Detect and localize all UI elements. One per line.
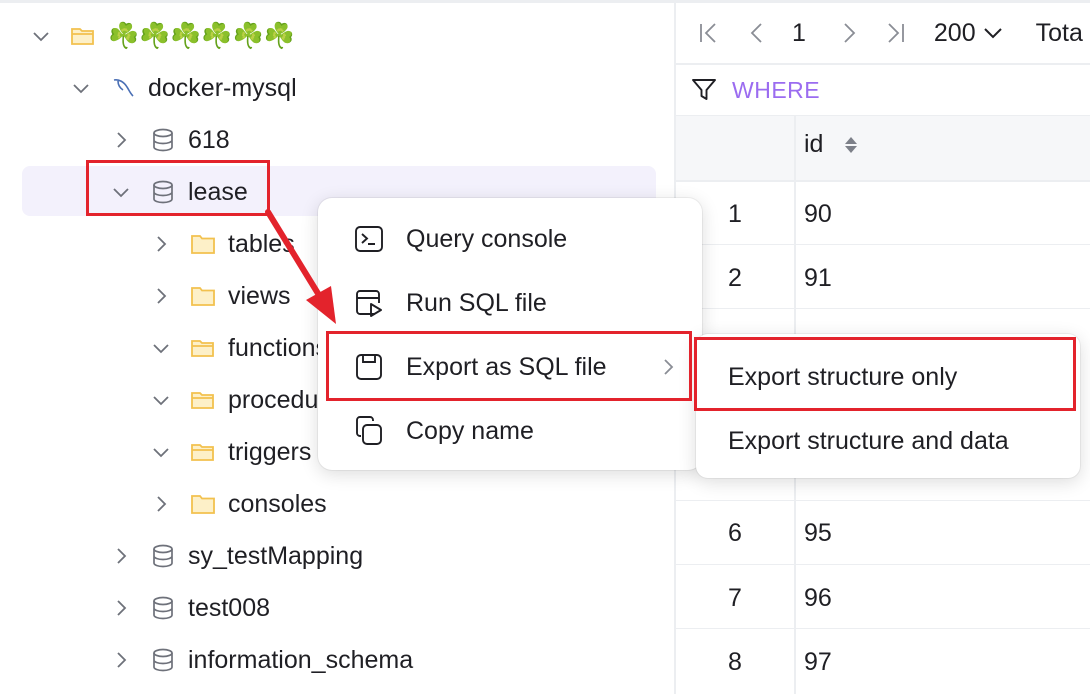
cell-id[interactable]: 91 <box>804 264 832 293</box>
last-page-icon[interactable] <box>880 18 910 48</box>
tree-node-group[interactable]: ☘️☘️☘️☘️☘️☘️ <box>30 10 295 62</box>
cell-id[interactable]: 95 <box>804 519 832 548</box>
terminal-icon <box>352 222 386 256</box>
cell-id[interactable]: 96 <box>804 584 832 613</box>
db-label: sy_testMapping <box>188 541 364 570</box>
column-header-label: id <box>804 130 824 158</box>
database-icon <box>150 595 176 621</box>
db-label: information_schema <box>188 645 414 674</box>
prev-page-icon[interactable] <box>742 18 772 48</box>
total-label: Tota <box>1035 18 1083 47</box>
folder-open-icon <box>190 439 216 465</box>
tree-node-db-test008[interactable]: test008 <box>110 582 270 634</box>
chevron-right-icon[interactable] <box>110 545 132 567</box>
tree-node-connection[interactable]: docker-mysql <box>70 62 297 114</box>
chevron-right-icon[interactable] <box>110 649 132 671</box>
sort-icon[interactable] <box>845 136 858 153</box>
folder-label: views <box>228 281 291 310</box>
menu-item-label: Run SQL file <box>406 288 547 317</box>
where-label: WHERE <box>732 76 821 103</box>
chevron-right-icon[interactable] <box>110 129 132 151</box>
highlight-box-export-sql <box>326 331 692 401</box>
tree-node-folder-views[interactable]: views <box>150 270 291 322</box>
row-divider <box>676 244 1090 245</box>
submenu-item-export-structure-and-data[interactable]: Export structure and data <box>696 411 1080 471</box>
chevron-down-icon[interactable] <box>70 77 92 99</box>
menu-item-query-console[interactable]: Query console <box>318 209 702 269</box>
row-divider <box>676 564 1090 565</box>
copy-icon <box>352 414 386 448</box>
mysql-dolphin-icon <box>110 75 136 101</box>
database-icon <box>150 127 176 153</box>
folder-icon <box>190 491 216 517</box>
folder-icon <box>190 231 216 257</box>
page-size-select[interactable]: 200 <box>934 19 1004 48</box>
filter-icon <box>692 79 716 100</box>
database-icon <box>150 543 176 569</box>
cell-id[interactable]: 90 <box>804 200 832 229</box>
divider <box>676 180 1090 182</box>
menu-item-copy-name[interactable]: Copy name <box>318 401 702 461</box>
folder-open-icon <box>70 23 96 49</box>
menu-item-label: Query console <box>406 224 568 253</box>
chevron-right-icon[interactable] <box>150 493 172 515</box>
connection-label: docker-mysql <box>148 73 297 102</box>
folder-label: functions <box>228 333 329 362</box>
highlight-box-structure-only <box>694 337 1076 411</box>
tree-node-db-sy-testmapping[interactable]: sy_testMapping <box>110 530 363 582</box>
group-label: ☘️☘️☘️☘️☘️☘️ <box>108 21 295 50</box>
run-file-icon <box>352 286 386 320</box>
menu-item-run-sql-file[interactable]: Run SQL file <box>318 273 702 333</box>
row-number: 6 <box>728 519 742 547</box>
submenu-item-label: Export structure and data <box>728 426 1009 455</box>
db-label: 618 <box>188 125 230 154</box>
page-size-value: 200 <box>933 18 976 47</box>
cell-id[interactable]: 97 <box>804 648 832 677</box>
folder-label: triggers <box>228 437 312 466</box>
tree-node-folder-consoles[interactable]: consoles <box>150 478 327 530</box>
divider <box>676 63 1090 65</box>
row-divider <box>676 500 1090 501</box>
folder-icon <box>190 283 216 309</box>
highlight-box-lease <box>86 160 270 216</box>
tree-node-folder-triggers[interactable]: triggers <box>150 426 311 478</box>
first-page-icon[interactable] <box>694 18 724 48</box>
tree-node-db-618[interactable]: 618 <box>110 114 230 166</box>
grid-header <box>676 116 1090 180</box>
chevron-down-icon[interactable] <box>150 389 172 411</box>
chevron-down-icon <box>983 28 1002 39</box>
menu-item-label: Copy name <box>406 416 534 445</box>
pagination-bar: 1 200 Tota <box>676 3 1090 63</box>
database-icon <box>150 647 176 673</box>
row-divider <box>676 628 1090 629</box>
next-page-icon[interactable] <box>834 18 864 48</box>
where-filter[interactable]: WHERE <box>690 72 820 108</box>
folder-label: tables <box>228 229 295 258</box>
column-header-id[interactable]: id <box>804 130 858 159</box>
chevron-right-icon[interactable] <box>110 597 132 619</box>
row-number: 7 <box>728 584 742 612</box>
db-label: test008 <box>188 593 271 622</box>
folder-open-icon <box>190 335 216 361</box>
folder-open-icon <box>190 387 216 413</box>
chevron-down-icon[interactable] <box>30 25 52 47</box>
chevron-right-icon[interactable] <box>150 285 172 307</box>
current-page[interactable]: 1 <box>792 19 806 48</box>
folder-label: consoles <box>228 489 327 518</box>
tree-node-db-information-schema[interactable]: information_schema <box>110 634 413 686</box>
chevron-down-icon[interactable] <box>150 337 172 359</box>
row-number: 8 <box>728 648 742 676</box>
tree-node-folder-tables[interactable]: tables <box>150 218 295 270</box>
tree-node-folder-functions[interactable]: functions <box>150 322 328 374</box>
row-divider <box>676 308 1090 309</box>
chevron-right-icon[interactable] <box>150 233 172 255</box>
chevron-down-icon[interactable] <box>150 441 172 463</box>
